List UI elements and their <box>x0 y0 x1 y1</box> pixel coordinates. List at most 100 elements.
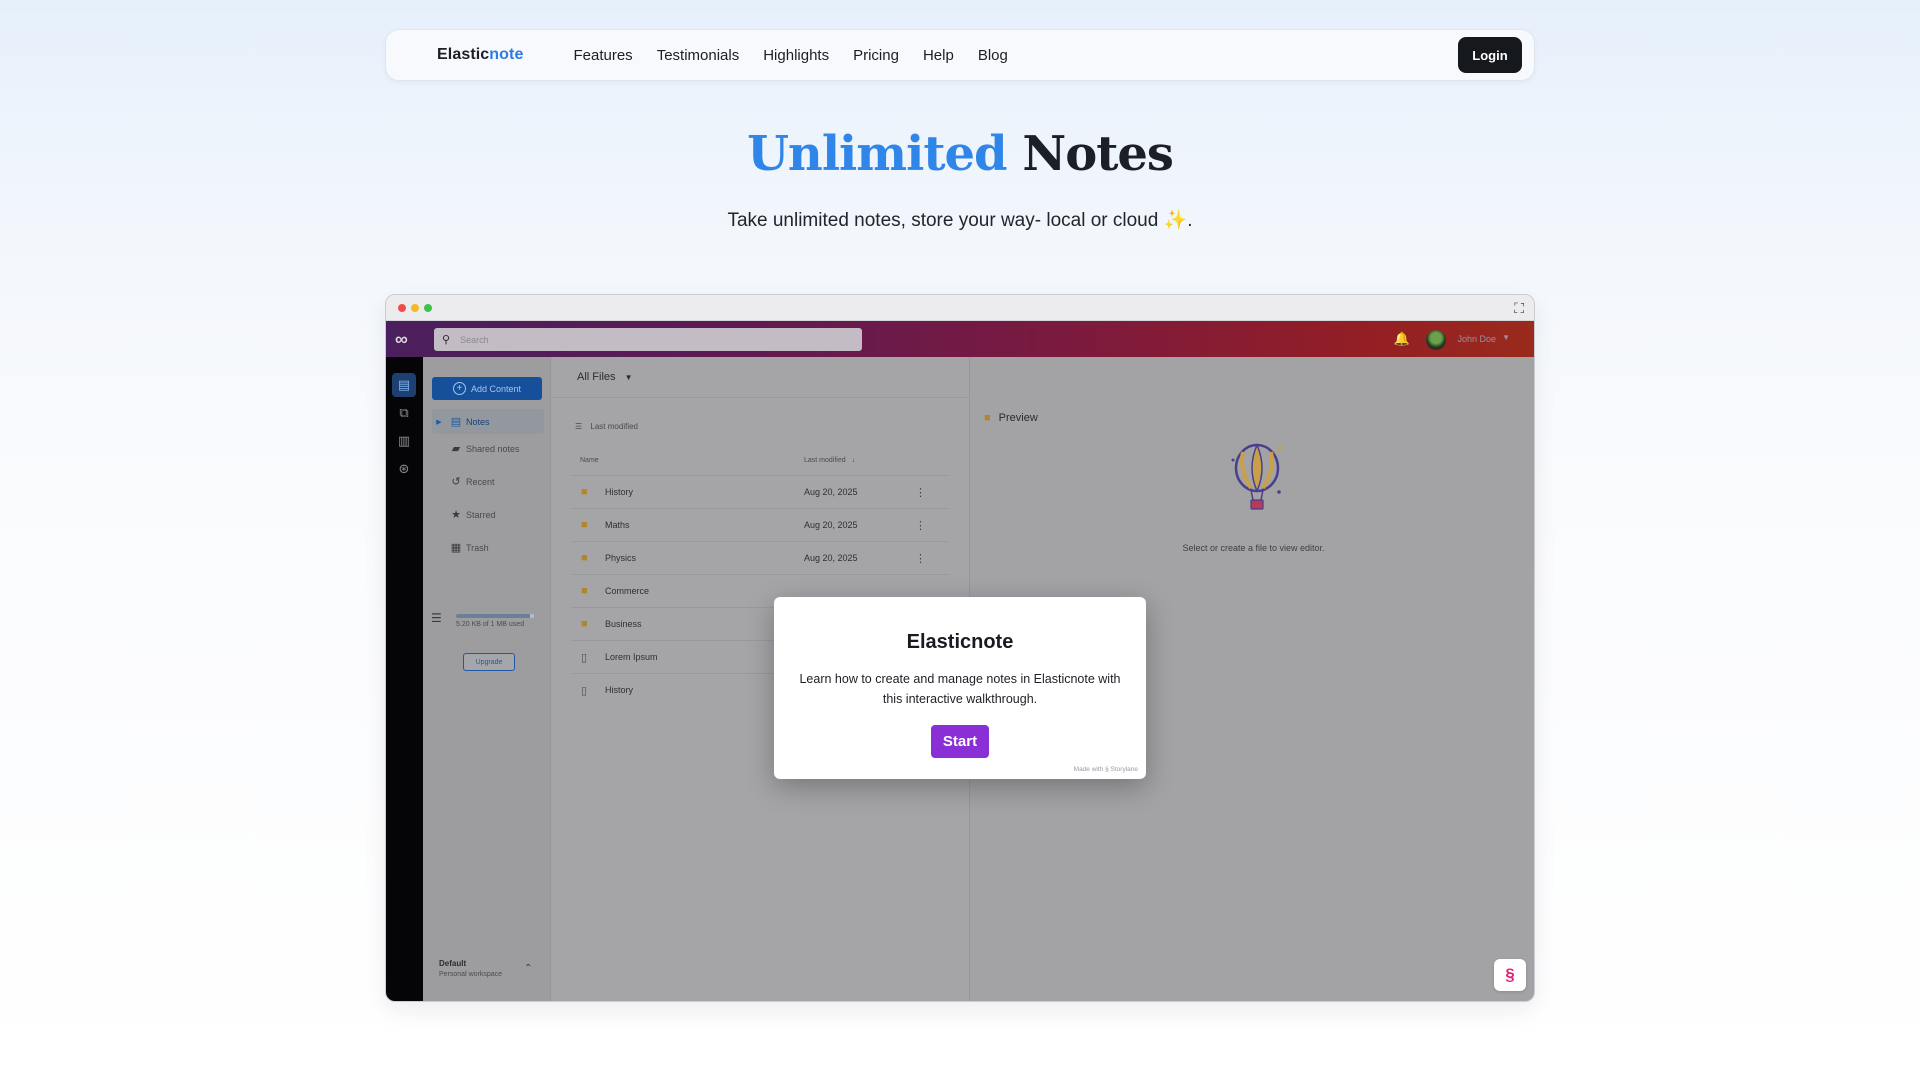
more-vertical-icon[interactable]: ⋮ <box>915 519 926 532</box>
notes-icon: ▤ <box>450 416 462 428</box>
sidebar-item-notes[interactable]: ▶ ▤ Notes <box>432 409 544 434</box>
storage-list-icon: ☰ <box>431 611 442 625</box>
made-with-storylane[interactable]: Made with § Storylane <box>1074 766 1138 773</box>
add-content-button[interactable]: + Add Content <box>432 377 542 400</box>
nav-link-highlights[interactable]: Highlights <box>763 47 829 64</box>
user-name[interactable]: John Doe <box>1457 334 1496 344</box>
storylane-small-icon: § <box>1105 766 1109 773</box>
column-header-last-modified[interactable]: Last modified ↓ <box>804 457 855 464</box>
sidebar-item-label: Recent <box>466 476 495 487</box>
window-close-dot <box>398 304 406 312</box>
arrow-down-icon: ↓ <box>851 457 856 464</box>
sidebar-item-trash[interactable]: ▦ Trash <box>432 535 544 560</box>
file-name: Commerce <box>605 586 650 596</box>
file-name: Business <box>605 619 642 629</box>
file-list-header: All Files ▼ <box>551 357 969 398</box>
sidebar-item-starred[interactable]: ★ Starred <box>432 502 544 527</box>
folder-icon: ■ <box>581 552 588 564</box>
file-name: History <box>605 487 634 497</box>
history-icon: ↺ <box>451 476 461 488</box>
avatar[interactable] <box>1426 330 1446 350</box>
document-icon: ▯ <box>581 684 588 697</box>
file-name: Lorem Ipsum <box>605 652 658 662</box>
table-row[interactable]: ■ Physics Aug 20, 2025 ⋮ <box>571 541 949 574</box>
app-search-input[interactable]: ⚲ Search <box>434 328 862 351</box>
window-maximize-dot <box>424 304 432 312</box>
rail-board-icon[interactable]: ▥ <box>392 429 416 453</box>
shared-folder-icon: ▰ <box>451 443 461 455</box>
sidebar-item-shared-notes[interactable]: ▰ Shared notes <box>432 436 544 461</box>
sidebar-item-recent[interactable]: ↺ Recent <box>432 469 544 494</box>
storage-progress-bar <box>456 614 534 618</box>
sidebar-item-label: Shared notes <box>466 443 520 454</box>
modal-body: Learn how to create and manage notes in … <box>799 672 1121 706</box>
search-icon: ⚲ <box>442 334 451 346</box>
storylane-logo-icon[interactable]: § <box>1494 959 1526 991</box>
folder-icon: ■ <box>581 519 588 531</box>
top-navbar: Elasticnote Features Testimonials Highli… <box>385 29 1535 81</box>
file-name: Physics <box>605 553 637 563</box>
sparkles-icon: ✨ <box>1163 210 1188 231</box>
search-placeholder: Search <box>460 334 489 345</box>
folder-icon: ■ <box>581 486 588 498</box>
fullscreen-icon[interactable]: ⛶ <box>1514 300 1524 317</box>
preview-empty-message: Select or create a file to view editor. <box>1182 543 1325 553</box>
hero-subtitle: Take unlimited notes, store your way- lo… <box>0 208 1920 232</box>
hero-subtitle-end: . <box>1187 210 1193 231</box>
rail-help-icon[interactable]: ⊛ <box>392 457 416 481</box>
all-files-label: All Files <box>577 371 616 383</box>
sort-icon: ☰ <box>575 422 583 431</box>
file-name: History <box>605 685 634 695</box>
hero-subtitle-text: Take unlimited notes, store your way- lo… <box>727 210 1159 231</box>
login-button[interactable]: Login <box>1458 37 1522 73</box>
sort-control[interactable]: ☰ Last modified <box>575 422 638 431</box>
infinity-logo-icon[interactable]: ∞ <box>395 329 408 350</box>
sort-label: Last modified <box>590 422 638 431</box>
chevron-up-down-icon[interactable]: ⌃ <box>524 963 532 974</box>
caret-right-icon: ▶ <box>436 418 442 426</box>
rail-diagram-icon[interactable]: ⧉ <box>392 401 416 425</box>
nav-link-pricing[interactable]: Pricing <box>853 47 899 64</box>
hero-title: Unlimited Notes <box>0 126 1920 182</box>
nav-link-blog[interactable]: Blog <box>978 47 1008 64</box>
folder-icon: ■ <box>581 585 588 597</box>
workspace-subtitle: Personal workspace <box>439 971 503 978</box>
nav-link-features[interactable]: Features <box>573 47 632 64</box>
more-vertical-icon[interactable]: ⋮ <box>915 486 926 499</box>
app-screenshot: ∞ ⚲ Search 🔔 John Doe ▼ ▤ ⧉ ▥ ⊛ + Add Co… <box>386 321 1534 1001</box>
column-header-name[interactable]: Name <box>580 457 599 464</box>
chevron-down-icon: ▼ <box>624 373 633 382</box>
chevron-down-icon[interactable]: ▼ <box>1502 333 1510 342</box>
browser-titlebar: ⛶ <box>386 295 1534 321</box>
all-files-dropdown[interactable]: All Files ▼ <box>577 371 633 383</box>
storage-usage-text: 5.20 KB of 1 MB used <box>456 621 525 628</box>
start-button[interactable]: Start <box>931 725 989 758</box>
workspace-name[interactable]: Default <box>439 959 466 968</box>
file-date: Aug 20, 2025 <box>804 520 858 530</box>
document-icon: ▯ <box>581 651 588 664</box>
bell-icon[interactable]: 🔔 <box>1394 331 1410 347</box>
more-vertical-icon[interactable]: ⋮ <box>915 552 926 565</box>
walkthrough-modal: Elasticnote Learn how to create and mana… <box>774 597 1146 779</box>
trash-icon: ▦ <box>450 542 462 554</box>
modal-title: Elasticnote <box>906 631 1014 653</box>
window-minimize-dot <box>411 304 419 312</box>
plus-circle-icon: + <box>452 382 466 395</box>
upgrade-button[interactable]: Upgrade <box>463 653 515 671</box>
star-icon: ★ <box>451 509 461 521</box>
folder-icon: ■ <box>984 412 991 424</box>
nav-links: Features Testimonials Highlights Pricing… <box>573 47 1458 64</box>
preview-header: ■ Preview <box>984 412 1038 424</box>
app-icon-rail: ▤ ⧉ ▥ ⊛ <box>386 357 423 1001</box>
brand-logo[interactable]: Elasticnote <box>437 46 523 64</box>
nav-link-testimonials[interactable]: Testimonials <box>657 47 740 64</box>
nav-link-help[interactable]: Help <box>923 47 954 64</box>
file-date: Aug 20, 2025 <box>804 487 858 497</box>
hero-title-accent: Unlimited <box>747 126 1008 182</box>
sidebar-item-label: Notes <box>466 416 490 427</box>
app-topbar: ∞ ⚲ Search 🔔 John Doe ▼ <box>386 321 1534 357</box>
table-row[interactable]: ■ Maths Aug 20, 2025 ⋮ <box>571 508 949 541</box>
table-row[interactable]: ■ History Aug 20, 2025 ⋮ <box>571 475 949 508</box>
app-sidebar: + Add Content ▶ ▤ Notes ▰ Shared notes ↺… <box>423 357 551 1001</box>
rail-notes-icon[interactable]: ▤ <box>392 373 416 397</box>
